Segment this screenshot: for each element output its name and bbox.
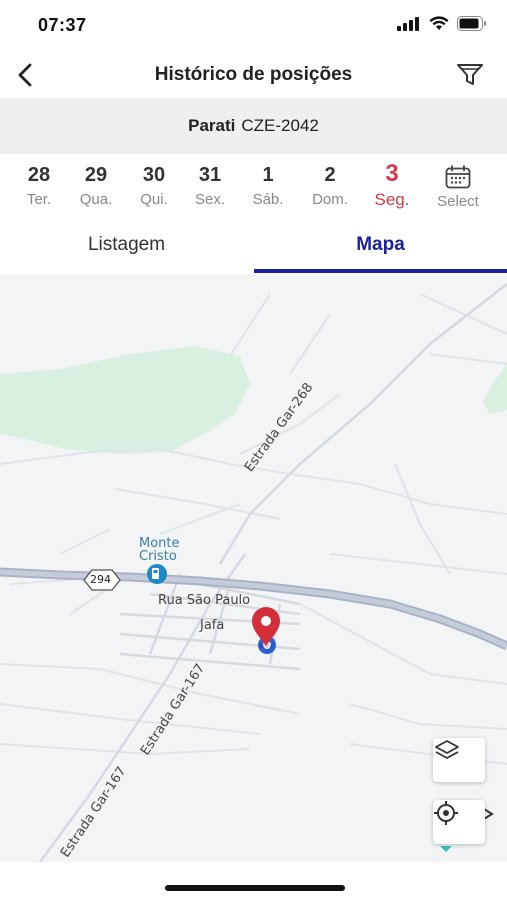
location-pin-icon bbox=[252, 607, 280, 649]
date-number: 28 bbox=[27, 164, 51, 186]
select-date-button[interactable]: Select bbox=[428, 156, 488, 210]
date-number: 2 bbox=[324, 164, 336, 186]
status-icons bbox=[397, 16, 487, 31]
road-gar-268 bbox=[218, 283, 507, 565]
filter-button[interactable] bbox=[453, 58, 487, 92]
date-weekday: Dom. bbox=[312, 191, 348, 208]
select-date-label: Select bbox=[437, 193, 479, 210]
date-item-3-selected[interactable]: 3 Seg. bbox=[362, 156, 422, 210]
tab-mapa[interactable]: Mapa bbox=[254, 222, 507, 274]
active-tab-indicator bbox=[254, 269, 507, 273]
date-weekday: Qua. bbox=[79, 191, 113, 208]
date-weekday: Sex. bbox=[194, 191, 225, 208]
vegetation-area bbox=[483, 364, 507, 414]
vehicle-plate: CZE-2042 bbox=[241, 116, 319, 135]
page-title: Histórico de posições bbox=[154, 64, 353, 85]
nav-header: Histórico de posições bbox=[0, 52, 507, 98]
status-time: 07:37 bbox=[38, 15, 87, 35]
date-item-2[interactable]: 2 Dom. bbox=[300, 156, 360, 208]
filter-icon bbox=[457, 64, 483, 85]
tab-listagem[interactable]: Listagem bbox=[0, 222, 253, 274]
date-number: 30 bbox=[142, 164, 166, 186]
date-item-31[interactable]: 31 Sex. bbox=[180, 156, 240, 208]
highway-number: 294 bbox=[90, 573, 111, 586]
date-item-29[interactable]: 29 Qua. bbox=[66, 156, 126, 208]
date-item-28[interactable]: 28 Ter. bbox=[9, 156, 69, 208]
poi-label: Cristo bbox=[139, 549, 177, 564]
calendar-icon bbox=[445, 165, 471, 189]
street-label: Rua São Paulo bbox=[158, 593, 251, 608]
wifi-icon bbox=[429, 16, 449, 30]
status-bar: 07:37 bbox=[0, 0, 507, 52]
battery-icon bbox=[457, 16, 486, 31]
view-tabs: Listagem Mapa bbox=[0, 222, 507, 274]
crosshair-icon bbox=[434, 801, 458, 825]
place-label: Jafa bbox=[200, 618, 225, 633]
vehicle-name: Parati bbox=[188, 116, 236, 135]
date-number: 1 bbox=[262, 164, 274, 186]
map-canvas bbox=[0, 283, 507, 862]
my-location-button[interactable] bbox=[433, 800, 485, 844]
date-weekday: Qui. bbox=[140, 191, 168, 208]
map-layers-button[interactable] bbox=[433, 738, 485, 782]
date-number: 3 bbox=[385, 160, 399, 187]
vehicle-bar[interactable]: Parati CZE-2042 bbox=[0, 98, 507, 154]
date-item-30[interactable]: 30 Qui. bbox=[124, 156, 184, 208]
date-number: 29 bbox=[84, 164, 108, 186]
layers-icon bbox=[435, 740, 459, 759]
signal-icon bbox=[397, 16, 419, 31]
date-item-1[interactable]: 1 Sáb. bbox=[238, 156, 298, 208]
date-number: 31 bbox=[198, 164, 222, 186]
date-selector: 28 Ter. 29 Qua. 30 Qui. 31 Sex. 1 Sáb. 2… bbox=[0, 156, 507, 218]
date-weekday: Ter. bbox=[26, 191, 52, 208]
map-view[interactable]: Monte Cristo 294 Rua São Paulo Jafa Estr… bbox=[0, 274, 507, 862]
gas-station-icon bbox=[147, 564, 167, 584]
date-weekday: Sáb. bbox=[252, 191, 284, 208]
home-indicator[interactable] bbox=[165, 885, 345, 891]
vegetation-area bbox=[0, 346, 250, 454]
date-weekday: Seg. bbox=[374, 190, 410, 209]
